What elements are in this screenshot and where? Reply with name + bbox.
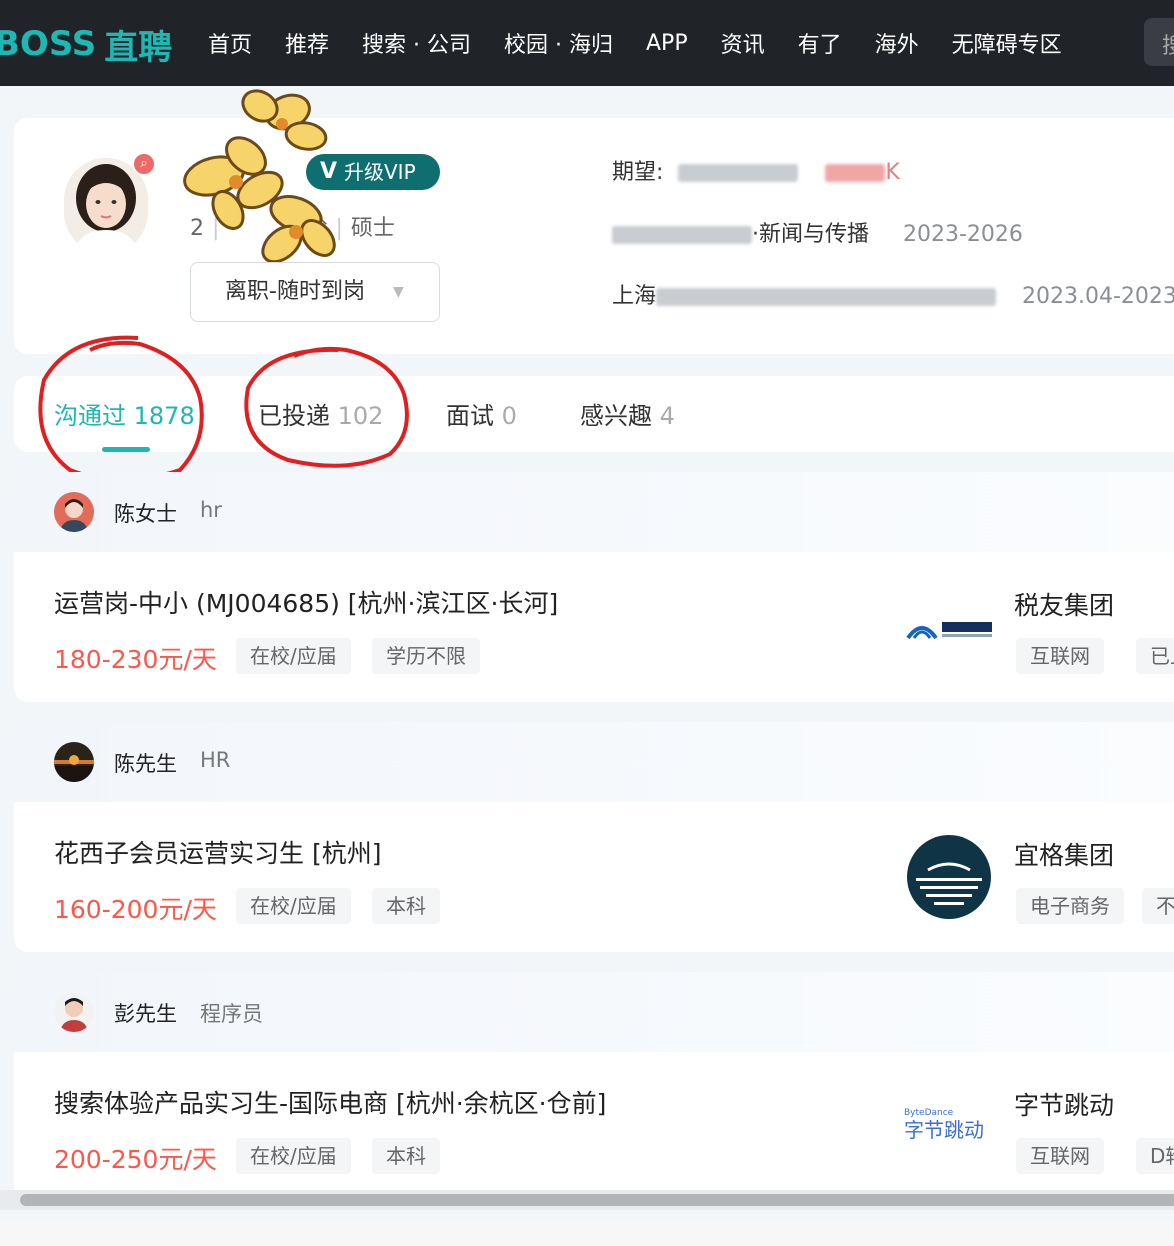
job-tag: 本科 [372,1138,440,1174]
company-logo[interactable] [904,608,994,648]
nav-item-search-company[interactable]: 搜索 · 公司 [362,27,471,59]
company-logo[interactable]: ByteDance 字节跳动 [904,1108,1000,1148]
expectation-row[interactable]: 期望: K [612,154,900,186]
company-name[interactable]: 宜格集团 [1014,836,1114,872]
company-tag: D轮 [1136,1138,1174,1174]
tab-interested[interactable]: 感兴趣 4 [580,396,675,431]
job-tag: 在校/应届 [236,638,351,674]
company-tag: 互联网 [1016,638,1104,674]
job-card-header: 陈先生 HR [14,722,1174,802]
job-card[interactable]: 陈先生 HR 花西子会员运营实习生 [杭州] 160-200元/天 在校/应届 … [14,722,1174,952]
nav-item-news[interactable]: 资讯 [721,27,765,59]
vip-icon: V [320,159,338,184]
tab-interview[interactable]: 面试 0 [446,396,517,431]
active-tab-indicator [102,447,150,452]
chevron-down-icon: ▼ [393,284,404,300]
hr-avatar [54,992,94,1032]
job-card[interactable]: 彭先生 程序员 搜索体验产品实习生-国际电商 [杭州·余杭区·仓前] 200-2… [14,972,1174,1202]
profile-degree: 硕士 [350,216,395,241]
hr-name: 陈女士 [114,502,177,526]
company-tag: 不 [1142,888,1174,924]
blurred-school [612,226,752,244]
job-card[interactable]: 陈女士 hr 运营岗-中小 (MJ004685) [杭州·滨江区·长河] 180… [14,472,1174,702]
nav-item-accessibility[interactable]: 无障碍专区 [952,27,1062,59]
blurred-expect-position [678,164,799,182]
hr-title: HR [200,748,231,772]
work-row[interactable]: 上海 2023.04-2023 [612,278,1174,310]
nav-item-app[interactable]: APP [646,31,688,56]
job-title[interactable]: 运营岗-中小 (MJ004685) [杭州·滨江区·长河] [54,584,558,620]
main-nav: 首页 推荐 搜索 · 公司 校园 · 海归 APP 资讯 有了 海外 无障碍专区 [208,24,1095,62]
nav-item-overseas[interactable]: 海外 [875,27,919,59]
company-name[interactable]: 税友集团 [1014,586,1114,622]
job-title[interactable]: 花西子会员运营实习生 [杭州] [54,834,381,870]
hr-avatar [54,742,94,782]
education-row[interactable]: ·新闻与传播 2023-2026 [612,216,1023,248]
job-salary: 200-250元/天 [54,1145,217,1174]
avatar-edit-badge[interactable]: ⌕ [132,152,156,176]
company-name[interactable]: 字节跳动 [1014,1086,1114,1122]
company-tag: 互联网 [1016,1138,1104,1174]
job-status-dropdown[interactable]: 离职-随时到岗 ▼ [190,262,440,322]
hr-name: 彭先生 [114,1002,177,1026]
job-card-header: 彭先生 程序员 [14,972,1174,1052]
blurred-company [656,288,997,306]
company-logo[interactable] [906,834,992,920]
job-tag: 在校/应届 [236,1138,351,1174]
horizontal-scrollbar[interactable] [0,1190,1174,1210]
top-nav-bar: BOSS 直聘 首页 推荐 搜索 · 公司 校园 · 海归 APP 资讯 有了 海… [0,0,1174,86]
job-salary: 160-200元/天 [54,895,217,924]
boss-logo[interactable]: BOSS 直聘 [0,22,172,68]
scrollbar-thumb[interactable] [20,1194,1174,1206]
nav-item-campus[interactable]: 校园 · 海归 [504,27,613,59]
job-tag: 学历不限 [372,638,480,674]
job-tag: 在校/应届 [236,888,351,924]
job-tag: 本科 [372,888,440,924]
tab-contacted[interactable]: 沟通过 1878 [54,396,195,431]
job-card-header: 陈女士 hr [14,472,1174,552]
hr-name: 陈先生 [114,752,177,776]
bottom-strip [0,1220,1174,1246]
company-tag: 已上 [1136,638,1174,674]
nav-search-button[interactable]: 搜 [1144,18,1174,66]
upgrade-vip-button[interactable]: V 升级VIP [306,154,440,190]
tab-applied[interactable]: 已投递 102 [258,396,383,431]
job-salary: 180-230元/天 [54,645,217,674]
blurred-expect-salary [825,164,886,182]
hr-title: 程序员 [200,1002,263,1026]
job-title[interactable]: 搜索体验产品实习生-国际电商 [杭州·余杭区·仓前] [54,1084,606,1120]
hr-avatar [54,492,94,532]
nav-item-home[interactable]: 首页 [208,27,252,59]
company-tag: 电子商务 [1016,888,1124,924]
nav-item-recommend[interactable]: 推荐 [285,27,329,59]
hr-title: hr [200,498,222,522]
nav-item-youle[interactable]: 有了 [798,27,842,59]
